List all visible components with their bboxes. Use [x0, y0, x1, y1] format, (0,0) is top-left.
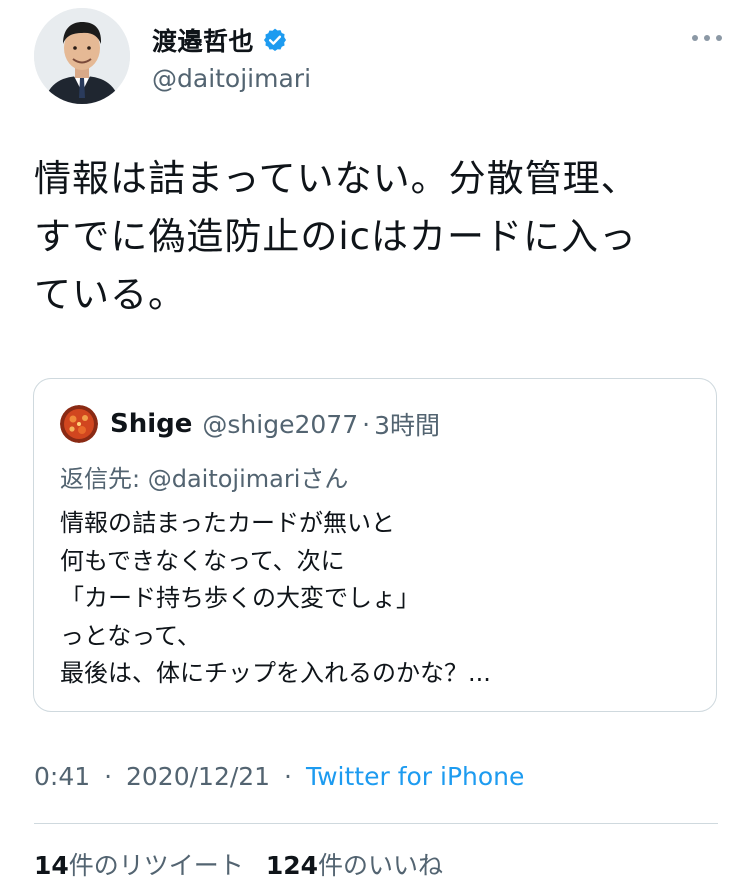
quoted-tweet-card[interactable]: Shige @shige2077 · 3時間 返信先: @daitojimari…: [33, 378, 717, 712]
person-avatar-icon: [34, 8, 130, 104]
author-name-row: 渡邉哲也: [152, 22, 288, 58]
likes-count: 124: [265, 851, 318, 880]
quoted-tweet-header: Shige @shige2077 · 3時間: [60, 405, 440, 443]
tweet-stats: 14件のリツイート 124件のいいね: [34, 846, 443, 882]
quoted-text-line: 何もできなくなって、次に: [60, 546, 345, 575]
quoted-text-line: っとなって、: [60, 621, 201, 650]
quoted-text-line: 情報の詰まったカードが無いと: [60, 509, 396, 537]
tweet-text-line: すでに偽造防止のicはカードに入っ: [34, 215, 637, 258]
stats-divider: [34, 823, 718, 824]
quoted-separator: ·: [362, 409, 371, 439]
food-avatar-icon: [60, 405, 98, 443]
meta-separator: ·: [284, 762, 292, 791]
reply-to-line: 返信先: @daitojimariさん: [60, 459, 348, 494]
quoted-tweet-text: 情報の詰まったカードが無いと 何もできなくなって、次に 「カード持ち歩くの大変で…: [60, 505, 491, 693]
likes-label: 件のいいね: [318, 851, 444, 880]
author-display-name[interactable]: 渡邉哲也: [152, 22, 254, 58]
tweet-client-link[interactable]: Twitter for iPhone: [306, 762, 524, 791]
reply-to-suffix: さん: [300, 465, 349, 493]
quoted-author-avatar[interactable]: [60, 405, 98, 443]
tweet-text-line: 情報は詰まっていない。分散管理、: [34, 157, 639, 200]
ellipsis-icon[interactable]: [690, 32, 724, 44]
quoted-text-line: 「カード持ち歩くの大変でしょ」: [60, 584, 420, 612]
retweets-count: 14: [34, 851, 69, 880]
quoted-text-line: 最後は、体にチップを入れるのかな？...: [60, 659, 491, 687]
tweet-text-line: ている。: [34, 273, 186, 316]
tweet-header: 渡邉哲也 @daitojimari: [34, 8, 724, 112]
reply-to-mention[interactable]: @daitojimari: [148, 465, 301, 493]
tweet-time[interactable]: 0:41: [34, 762, 90, 791]
quoted-timestamp[interactable]: 3時間: [374, 406, 440, 442]
tweet-text: 情報は詰まっていない。分散管理、 すでに偽造防止のicはカードに入っ ている。: [34, 150, 714, 324]
retweets-stat[interactable]: 14件のリツイート: [34, 851, 244, 880]
tweet-metadata: 0:41 · 2020/12/21 · Twitter for iPhone: [34, 762, 524, 791]
reply-to-prefix: 返信先:: [60, 465, 148, 493]
retweets-label: 件のリツイート: [68, 851, 244, 880]
quoted-author-handle[interactable]: @shige2077: [202, 410, 358, 439]
author-avatar[interactable]: [34, 8, 130, 104]
likes-stat[interactable]: 124件のいいね: [266, 851, 443, 880]
quoted-author-name[interactable]: Shige: [110, 409, 192, 439]
tweet-date[interactable]: 2020/12/21: [126, 762, 270, 791]
verified-badge-icon: [263, 28, 287, 52]
author-handle[interactable]: @daitojimari: [152, 64, 311, 93]
meta-separator: ·: [104, 762, 113, 791]
